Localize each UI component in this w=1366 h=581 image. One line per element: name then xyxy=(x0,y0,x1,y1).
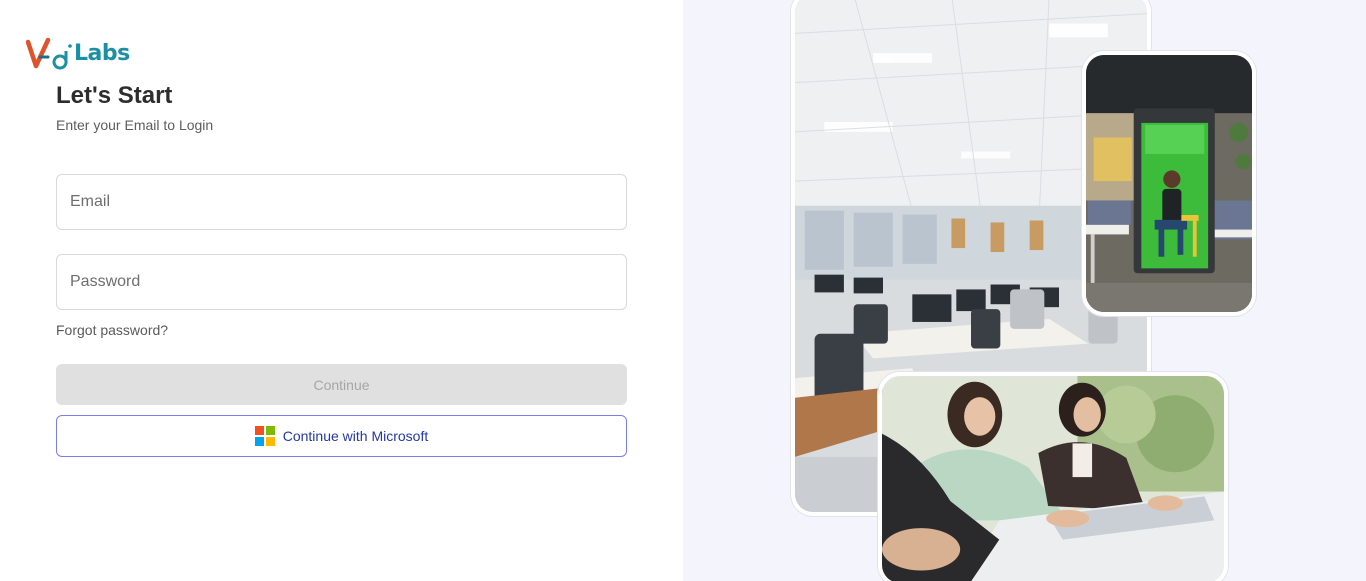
page-title: Let's Start xyxy=(56,82,173,109)
password-input[interactable] xyxy=(57,255,626,309)
phone-booth-photo xyxy=(1082,51,1256,316)
page-subtitle: Enter your Email to Login xyxy=(56,117,214,133)
microsoft-logo-icon xyxy=(254,426,275,446)
hero-image-panel xyxy=(683,0,1366,581)
microsoft-button-label: Continue with Microsoft xyxy=(282,428,429,444)
password-field-wrapper xyxy=(56,254,627,310)
logo-mark-icon xyxy=(26,37,72,70)
continue-with-microsoft-button[interactable]: Continue with Microsoft xyxy=(56,415,627,457)
call-center-photo xyxy=(878,372,1228,581)
continue-button[interactable]: Continue xyxy=(56,364,627,405)
forgot-password-link[interactable]: Forgot password? xyxy=(56,322,168,338)
brand-logo: Labs xyxy=(26,36,130,70)
login-panel: Labs Let's Start Enter your Email to Log… xyxy=(0,0,683,581)
email-field-wrapper xyxy=(56,174,627,230)
email-input[interactable] xyxy=(57,175,626,229)
brand-name: Labs xyxy=(74,40,130,66)
